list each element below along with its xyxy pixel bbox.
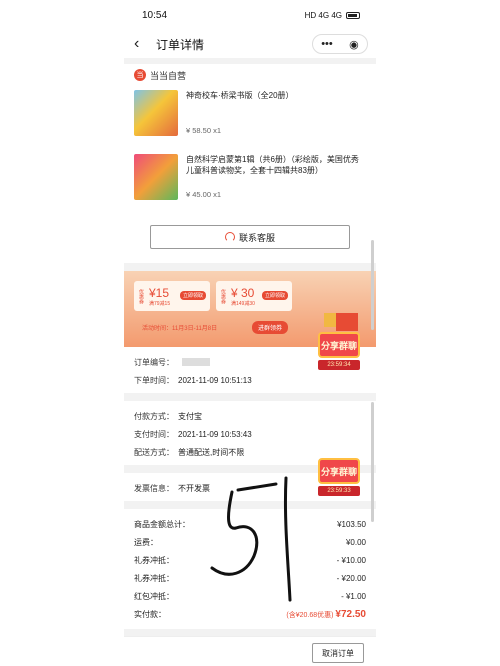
back-icon[interactable]: ‹ [134,36,150,52]
summary-value: - ¥10.00 [336,555,366,565]
order-number-redacted [182,358,210,366]
summary-row: 商品金额总计： ¥103.50 [134,515,366,533]
coupon-tag: 优惠券 [138,288,144,304]
claim-coupon-button[interactable]: 立即领取 [179,291,206,300]
coupon-card[interactable]: 优惠券 ¥15 满79减15 立即领取 [134,281,210,311]
product-price: ¥ 45.00 x1 [186,190,222,199]
delivery-value: 普通配送,时间不限 [178,447,245,457]
summary-value: ¥0.00 [345,537,366,547]
shop-name: 当当自营 [150,70,187,81]
paid-label: 实付款： [134,609,166,619]
discount-note: (含¥20.68优惠) [286,611,334,619]
order-number-label: 订单编号： [134,357,174,367]
invoice-label: 发票信息： [134,483,174,493]
summary-value: - ¥20.00 [336,573,366,583]
screenshot: 10:54 HD 4G 4G ‹ 订单详情 ••• ◉ 当 当当自营 神奇校车· [0,0,500,666]
paid-amount: ¥72.50 [335,608,366,620]
page-title: 订单详情 [156,37,205,52]
pay-method-label: 付款方式： [134,411,174,421]
summary-row: 红包冲抵： - ¥1.00 [134,587,366,605]
summary-row: 运费： ¥0.00 [134,533,366,551]
pay-time-row: 支付时间： 2021-11-09 10:53:43 [134,425,366,443]
status-icons: HD 4G 4G [305,11,360,20]
product-cover-image [134,90,178,136]
coupon-tag: 优惠券 [220,288,226,304]
contact-service-button[interactable]: 联系客服 [150,225,350,249]
shop-logo-icon: 当 [134,69,146,81]
product-item[interactable]: 自然科学启蒙第1辑（共6册）（彩绘版，美国优秀儿童科普读物奖，全套十四辑共83册… [124,150,376,214]
pay-method-value: 支付宝 [178,411,202,421]
pay-method-row: 付款方式： 支付宝 [134,407,366,425]
coupon-value: ¥ 30 [231,285,255,300]
coupon-value: ¥15 [149,285,170,300]
scrollbar[interactable] [371,402,374,522]
order-time-label: 下单时间： [134,375,174,385]
payment-info: 付款方式： 支付宝 支付时间： 2021-11-09 10:53:43 配送方式… [124,401,376,465]
share-countdown: 23:59:33 [318,486,360,496]
activity-period: 活动时间：11月3日-11月8日 [142,326,218,332]
coupon-condition: 满149减30 [231,300,255,307]
share-group-label: 分享群聊 [318,332,360,358]
mini-program-capsule: ••• ◉ [312,34,368,54]
coupon-condition: 满79减15 [149,300,171,307]
amount-summary: 商品金额总计： ¥103.50 运费： ¥0.00 礼券冲抵： - ¥10.00… [124,509,376,629]
gift-illustration [316,283,366,331]
summary-value: - ¥1.00 [341,591,366,601]
contact-service-label: 联系客服 [238,232,275,243]
summary-label: 礼券冲抵： [134,555,174,565]
product-title: 自然科学启蒙第1辑（共6册）（彩绘版，美国优秀儿童科普读物奖，全套十四辑共83册… [186,155,359,175]
invoice-value: 不开发票 [178,483,210,493]
nav-bar: ‹ 订单详情 ••• ◉ [124,30,376,58]
share-countdown: 23:59:34 [318,360,360,370]
pay-time-label: 支付时间： [134,429,174,439]
status-bar: 10:54 HD 4G 4G [124,0,376,30]
products-card: 当 当当自营 神奇校车·桥梁书版（全20册） ¥ 58.50 x1 自然科学启蒙… [124,64,376,263]
join-group-button[interactable]: 进群领券 [252,321,289,334]
summary-label: 红包冲抵： [134,591,174,601]
summary-label: 商品金额总计： [134,519,190,529]
claim-coupon-button[interactable]: 立即领取 [261,291,288,300]
bottom-action-bar: 取消订单 [124,636,376,666]
product-price: ¥ 58.50 x1 [186,126,222,135]
scrollbar[interactable] [371,240,374,330]
cancel-order-button[interactable]: 取消订单 [312,643,364,663]
summary-label: 礼券冲抵： [134,573,174,583]
order-time-row: 下单时间： 2021-11-09 10:51:13 [134,371,366,389]
share-group-label: 分享群聊 [318,458,360,484]
product-cover-image [134,154,178,200]
headset-icon [224,232,235,242]
share-group-float[interactable]: 分享群聊 23:59:34 [318,332,360,372]
summary-label: 运费： [134,537,158,547]
signal-icons: HD 4G 4G [304,10,342,20]
paid-row: 实付款： (含¥20.68优惠) ¥72.50 [134,605,366,623]
product-item[interactable]: 神奇校车·桥梁书版（全20册） ¥ 58.50 x1 [124,86,376,150]
share-group-float[interactable]: 分享群聊 23:59:33 [318,458,360,498]
summary-row: 礼券冲抵： - ¥20.00 [134,569,366,587]
more-icon[interactable]: ••• [321,38,333,50]
battery-icon [346,11,360,19]
shop-header: 当 当当自营 [124,64,376,86]
status-time: 10:54 [142,9,168,21]
order-time-value: 2021-11-09 10:51:13 [178,375,252,385]
coupon-card[interactable]: 优惠券 ¥ 30 满149减30 立即领取 [216,281,292,311]
summary-row: 礼券冲抵： - ¥10.00 [134,551,366,569]
product-title: 神奇校车·桥梁书版（全20册） [186,91,294,100]
delivery-label: 配送方式： [134,447,174,457]
close-icon[interactable]: ◉ [349,38,359,51]
summary-value: ¥103.50 [337,519,366,529]
pay-time-value: 2021-11-09 10:53:43 [178,429,252,439]
phone-screen: 10:54 HD 4G 4G ‹ 订单详情 ••• ◉ 当 当当自营 神奇校车· [124,0,376,666]
